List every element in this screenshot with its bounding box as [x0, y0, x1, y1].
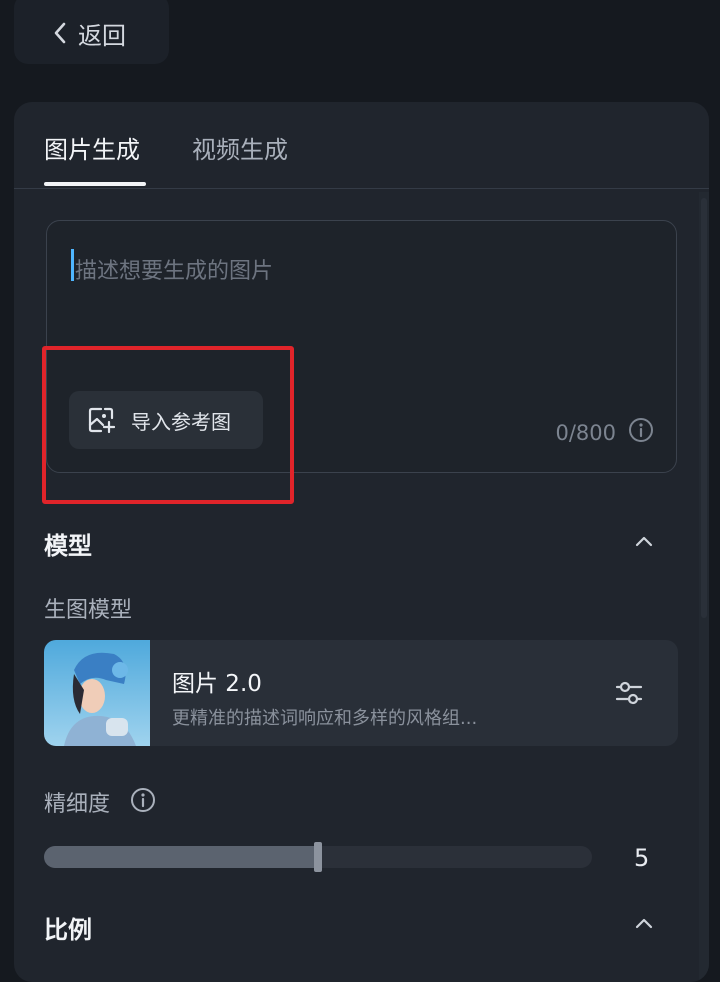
model-name: 图片 2.0 [172, 671, 262, 697]
prompt-placeholder: 描述想要生成的图片 [75, 259, 274, 284]
detail-value: 5 [634, 844, 650, 872]
scrollbar-thumb[interactable] [701, 198, 707, 618]
slider-fill [44, 846, 318, 868]
tab-bar: 图片生成 视频生成 [14, 102, 709, 189]
model-card[interactable]: 图片 2.0 更精准的描述词响应和多样的风格组... [44, 640, 678, 746]
detail-label: 精细度 [44, 792, 111, 817]
model-description: 更精准的描述词响应和多样的风格组... [172, 708, 478, 729]
tab-image-generation[interactable]: 图片生成 [44, 130, 140, 165]
ratio-section-title: 比例 [44, 916, 92, 944]
back-label: 返回 [78, 21, 126, 50]
prompt-input[interactable]: 描述想要生成的图片 导入参考图 0/800 [46, 220, 677, 473]
import-reference-label: 导入参考图 [131, 409, 231, 434]
import-reference-button[interactable]: 导入参考图 [69, 391, 263, 449]
chevron-up-icon[interactable] [634, 534, 654, 548]
chevron-up-icon[interactable] [634, 916, 654, 930]
model-thumbnail [44, 640, 150, 746]
char-count: 0/800 [555, 421, 616, 445]
info-icon[interactable] [130, 787, 156, 813]
generation-panel: 图片生成 视频生成 描述想要生成的图片 导入参考图 0/800 模型 生图模型 … [14, 102, 709, 982]
text-cursor [71, 249, 74, 281]
info-icon[interactable] [628, 417, 654, 443]
slider-handle[interactable] [314, 842, 322, 872]
chevron-left-icon [54, 22, 66, 44]
sliders-icon[interactable] [614, 678, 644, 708]
model-section-title: 模型 [44, 532, 92, 560]
back-button[interactable]: 返回 [14, 0, 169, 64]
active-tab-indicator [44, 182, 146, 186]
tab-video-generation[interactable]: 视频生成 [192, 130, 288, 165]
model-sub-label: 生图模型 [44, 598, 133, 623]
image-add-icon [88, 407, 115, 434]
